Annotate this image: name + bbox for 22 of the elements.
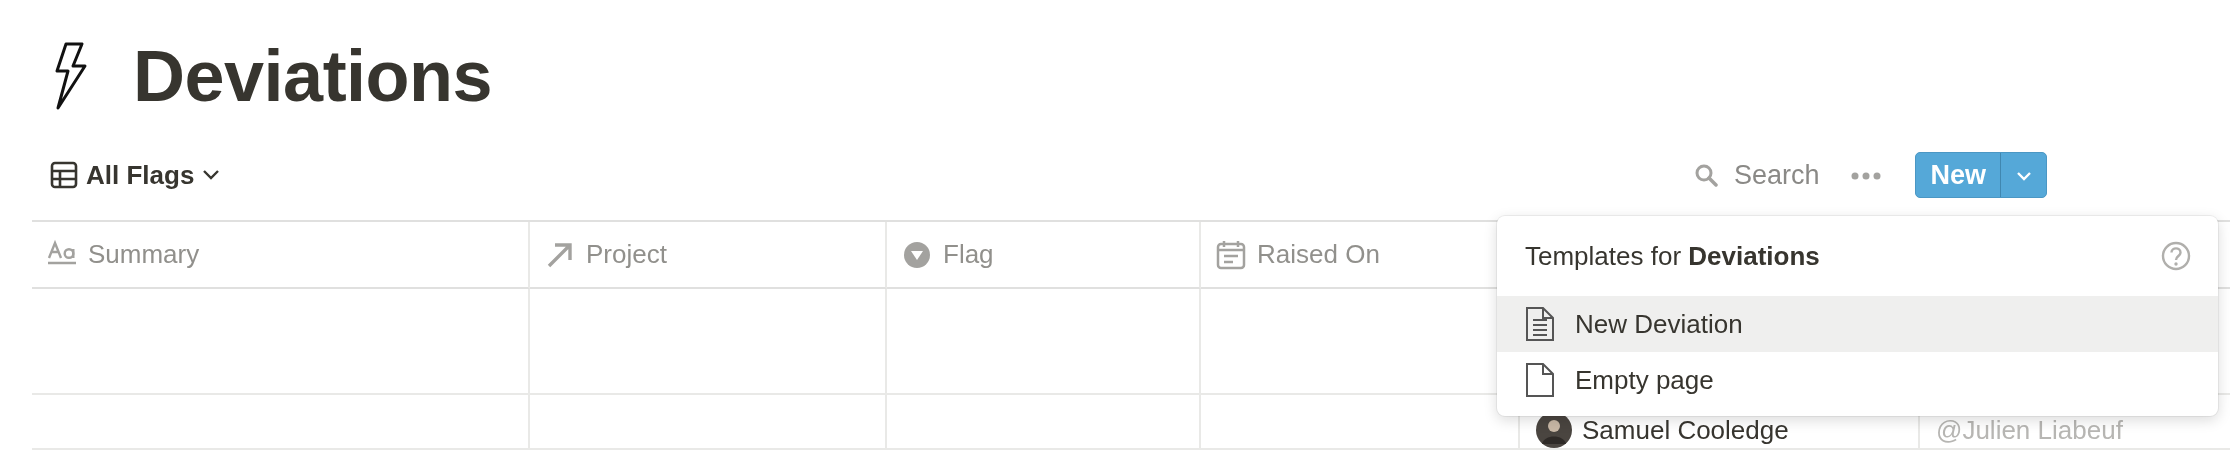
- person-name: Samuel Cooledge: [1582, 415, 1789, 445]
- document-icon: [1525, 306, 1555, 342]
- search-icon: [1693, 163, 1718, 187]
- blank-page-icon: [1525, 362, 1555, 398]
- calendar-icon: [1215, 238, 1247, 271]
- menu-item[interactable]: Empty page: [1497, 352, 2218, 408]
- column-header[interactable]: Flag: [943, 235, 994, 274]
- menu-item[interactable]: New Deviation: [1497, 296, 2218, 352]
- ellipsis-icon: [1851, 171, 1882, 180]
- column-header[interactable]: Raised On: [1257, 235, 1380, 274]
- help-icon: [2160, 240, 2192, 272]
- column-header[interactable]: Project: [586, 235, 667, 274]
- mention-text: @Julien Liabeuf: [1936, 415, 2123, 445]
- column-header[interactable]: Summary: [88, 235, 200, 274]
- search-button[interactable]: Search: [1687, 153, 1826, 197]
- page-title: Deviations: [133, 40, 493, 112]
- chevron-down-icon: [202, 169, 221, 181]
- view-selector[interactable]: All Flags: [44, 151, 227, 199]
- table-icon: [50, 161, 78, 189]
- menu-title: Templates for Deviations: [1525, 239, 1820, 273]
- chevron-down-icon: [2015, 170, 2032, 181]
- lightning-icon: [55, 42, 89, 110]
